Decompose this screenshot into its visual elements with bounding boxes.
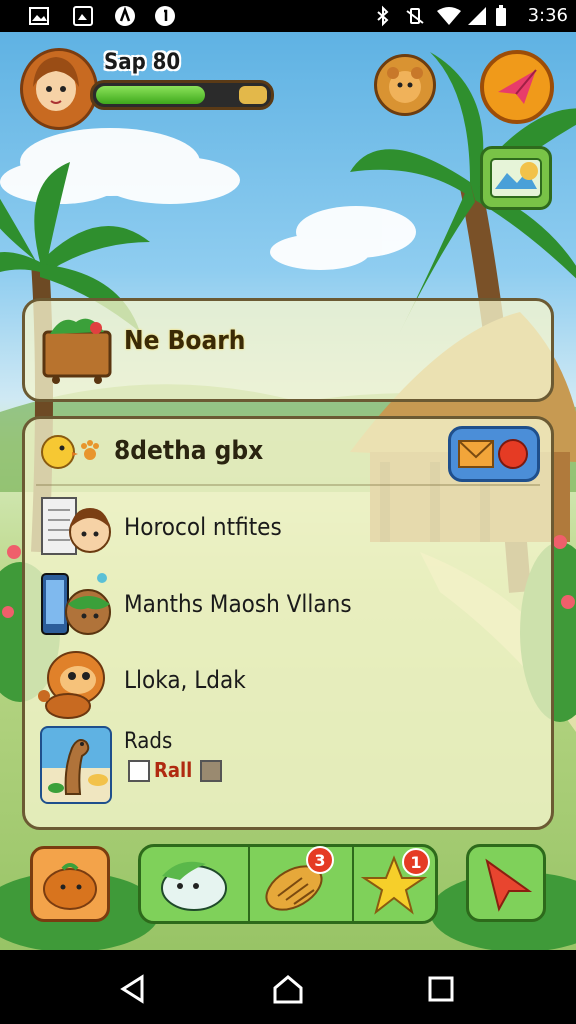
pet-button[interactable] <box>374 54 436 116</box>
list-item-label: Lloka, Ldak <box>124 666 246 694</box>
pet-icon <box>387 67 423 103</box>
arrow-button[interactable] <box>466 844 546 922</box>
vibrate-icon <box>406 8 424 24</box>
badge: 1 <box>402 848 430 876</box>
clock: 3:36 <box>527 5 568 26</box>
health-bar <box>90 80 274 110</box>
dock-divider <box>248 846 250 922</box>
list-header-divider <box>36 484 540 486</box>
paw-icon <box>81 440 99 460</box>
list-item-label: Manths Maosh Vllans <box>124 590 352 618</box>
dock-divider <box>352 846 354 922</box>
back-icon[interactable] <box>118 974 148 1004</box>
health-bar-cap <box>239 86 267 104</box>
player-avatar[interactable] <box>20 48 98 130</box>
signal-icon <box>468 7 486 25</box>
green-pet-icon <box>161 861 227 911</box>
photo-icon <box>73 6 93 26</box>
battery-icon <box>496 5 506 26</box>
recents-icon[interactable] <box>428 976 454 1002</box>
creature-card-icon <box>40 726 112 804</box>
orange-creature-icon <box>38 651 105 719</box>
list-item[interactable] <box>36 646 540 722</box>
list-title: 8detha gbx <box>114 436 264 466</box>
avatar-face-icon <box>33 57 79 111</box>
mail-icon <box>458 439 528 469</box>
health-bar-fill <box>96 86 206 104</box>
player-name: Sap 80 <box>104 50 181 75</box>
map-icon <box>490 158 542 198</box>
star-dock-button[interactable]: 1 <box>356 846 436 922</box>
home-icon[interactable] <box>272 974 304 1004</box>
checkbox[interactable] <box>128 760 150 782</box>
board-title: Ne Boarh <box>124 326 246 356</box>
bread-dock-button[interactable]: 3 <box>252 846 348 922</box>
crate-icon <box>42 318 112 384</box>
checkbox[interactable] <box>200 760 222 782</box>
paper-plane-icon <box>498 69 537 104</box>
wifi-icon <box>437 7 461 25</box>
checkbox-label: Rall <box>154 758 193 782</box>
pet-dock-button[interactable] <box>140 846 240 922</box>
send-button[interactable] <box>480 50 554 124</box>
bluetooth-icon <box>377 5 389 27</box>
pumpkin-button[interactable] <box>30 846 110 922</box>
character-with-paper-icon <box>41 497 111 555</box>
notification-icon <box>155 6 175 26</box>
map-button[interactable] <box>480 146 552 210</box>
pumpkin-icon <box>43 863 97 910</box>
list-item-label: Rads <box>124 729 173 754</box>
arrow-icon <box>485 858 533 912</box>
chick-icon <box>41 435 99 469</box>
badge: 3 <box>306 846 334 874</box>
mail-button[interactable] <box>448 426 540 482</box>
app-icon <box>115 6 135 26</box>
status-bar: 3:36 <box>0 0 576 32</box>
navigation-bar <box>0 950 576 1024</box>
phone-monster-icon <box>41 573 111 635</box>
image-icon <box>29 7 49 25</box>
list-item-label: Horocol ntfites <box>124 513 282 541</box>
